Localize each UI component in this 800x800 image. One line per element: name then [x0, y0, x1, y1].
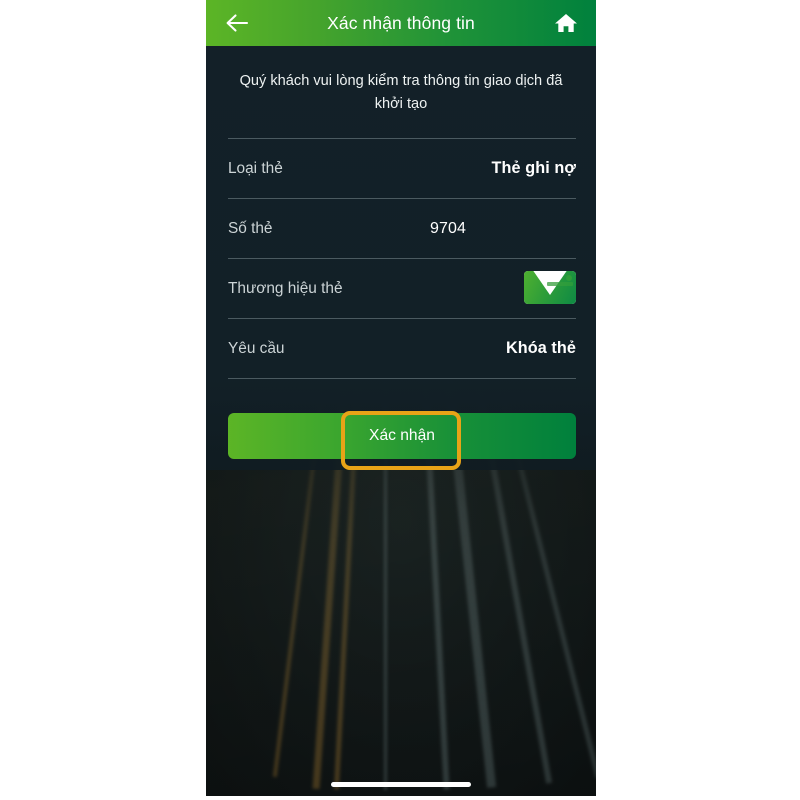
info-value: Thẻ ghi nợ: [491, 159, 576, 177]
home-icon: [555, 14, 577, 32]
info-value: Khóa thẻ: [505, 339, 576, 357]
home-button[interactable]: [550, 8, 582, 38]
info-row-card-type: Loại thẻ Thẻ ghi nợ: [228, 139, 576, 198]
phone-screen: Xác nhận thông tin Quý khách vui lòng ki…: [206, 0, 596, 796]
app-root: Xác nhận thông tin Quý khách vui lòng ki…: [0, 0, 800, 800]
card-brand-logo-icon: [524, 271, 576, 304]
page-title: Xác nhận thông tin: [327, 12, 475, 33]
instruction-text: Quý khách vui lòng kiểm tra thông tin gi…: [239, 73, 563, 112]
info-label: Số thẻ: [228, 219, 273, 237]
info-label: Yêu cầu: [228, 339, 285, 357]
info-row-card-brand: Thương hiệu thẻ: [228, 259, 576, 318]
info-row-request: Yêu cầu Khóa thẻ: [228, 319, 576, 378]
info-list: Loại thẻ Thẻ ghi nợ Số thẻ 9704 Thương h…: [228, 138, 576, 379]
info-row-card-number: Số thẻ 9704: [228, 199, 576, 258]
info-label: Thương hiệu thẻ: [228, 279, 343, 297]
info-label: Loại thẻ: [228, 159, 283, 177]
home-indicator: [331, 782, 471, 787]
info-value: 9704: [430, 219, 466, 237]
row-divider: [228, 378, 576, 379]
confirm-button[interactable]: Xác nhận: [228, 413, 576, 459]
app-header: Xác nhận thông tin: [206, 0, 596, 46]
